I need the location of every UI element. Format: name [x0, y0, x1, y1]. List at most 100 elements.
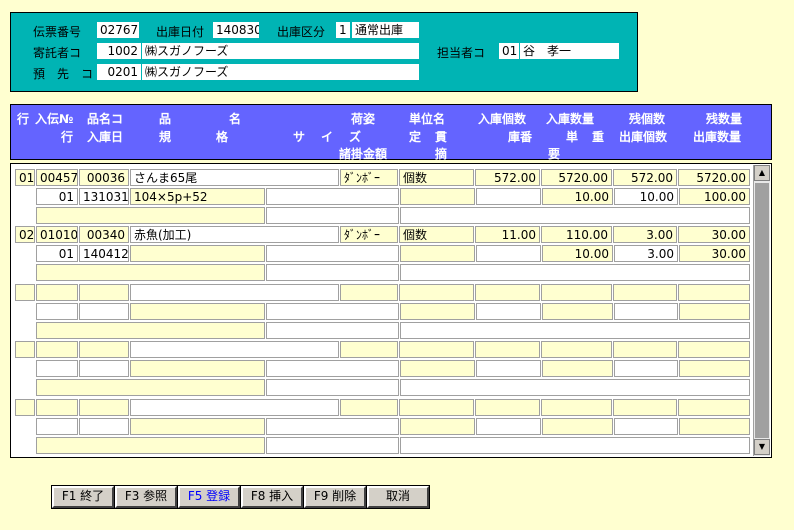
- grid-cell-nyuko-kosu[interactable]: [475, 341, 540, 358]
- grid-cell-sub-gyo[interactable]: [36, 303, 78, 320]
- grid-cell-sub-gyo[interactable]: [36, 360, 78, 377]
- grid-cell-nyuden[interactable]: 01010: [36, 226, 78, 243]
- grid-cell[interactable]: [400, 303, 475, 320]
- grid-cell-hinmei[interactable]: [130, 399, 339, 416]
- grid-cell-gyo[interactable]: [15, 399, 35, 416]
- grid-cell-hinmei-code[interactable]: [79, 341, 129, 358]
- grid-cell[interactable]: [400, 360, 475, 377]
- grid-cell[interactable]: [400, 188, 475, 205]
- grid-cell-tanju[interactable]: 10.00: [542, 188, 613, 205]
- grid-cell-nisugata[interactable]: ﾀﾞﾝﾎﾞｰ: [340, 226, 398, 243]
- grid-cell-nisugata[interactable]: [340, 284, 398, 301]
- grid-cell-hinmei[interactable]: [130, 284, 339, 301]
- grid-cell[interactable]: [266, 437, 399, 454]
- grid-cell-hinmei[interactable]: [130, 341, 339, 358]
- grid-cell-tanju[interactable]: [542, 418, 613, 435]
- grid-cell[interactable]: [266, 303, 399, 320]
- grid-cell-shukko-kosu[interactable]: [614, 360, 678, 377]
- grid-cell-nyuden[interactable]: [36, 284, 78, 301]
- grid-cell[interactable]: [476, 303, 541, 320]
- grid-cell-hinmei-code[interactable]: [79, 284, 129, 301]
- cancel-button[interactable]: 取消: [366, 485, 430, 509]
- f1-exit-button[interactable]: F1 終了: [51, 485, 115, 509]
- grid-cell-zan-kosu[interactable]: [613, 284, 677, 301]
- grid-cell[interactable]: [400, 418, 475, 435]
- grid-cell-nyuko-suryo[interactable]: [541, 284, 612, 301]
- grid-cell-nyuden[interactable]: 00457: [36, 169, 78, 186]
- grid-cell-nyuko-bi[interactable]: [79, 418, 129, 435]
- grid-cell[interactable]: [476, 360, 541, 377]
- grid-cell[interactable]: [36, 322, 265, 339]
- kubun-code-field[interactable]: 1: [336, 22, 350, 38]
- kishin-code-field[interactable]: 1002: [97, 43, 141, 59]
- f5-register-button[interactable]: F5 登録: [177, 485, 241, 509]
- grid-cell[interactable]: [400, 264, 750, 281]
- grid-cell-sub-gyo[interactable]: 01: [36, 245, 78, 262]
- grid-cell-shukko-suryo[interactable]: 100.00: [679, 188, 750, 205]
- grid-cell[interactable]: [400, 322, 750, 339]
- grid-cell-nyuden[interactable]: [36, 399, 78, 416]
- grid-cell[interactable]: [266, 207, 399, 224]
- grid-cell[interactable]: [266, 418, 399, 435]
- grid-cell-kikaku[interactable]: [130, 418, 265, 435]
- grid-cell-zan-kosu[interactable]: [613, 399, 677, 416]
- grid-cell[interactable]: [266, 322, 399, 339]
- grid-cell-shukko-kosu[interactable]: 10.00: [614, 188, 678, 205]
- grid-cell-tani[interactable]: 個数: [399, 226, 474, 243]
- grid-cell-tani[interactable]: 個数: [399, 169, 474, 186]
- grid-cell[interactable]: [36, 264, 265, 281]
- grid-cell[interactable]: [400, 245, 475, 262]
- grid-cell[interactable]: [400, 207, 750, 224]
- grid-cell[interactable]: [266, 264, 399, 281]
- grid-cell-shukko-suryo[interactable]: [679, 303, 750, 320]
- grid-cell-nyuko-bi[interactable]: 140412: [79, 245, 129, 262]
- f8-insert-button[interactable]: F8 挿入: [240, 485, 304, 509]
- grid-cell[interactable]: [266, 188, 399, 205]
- grid-cell-shukko-suryo[interactable]: 30.00: [679, 245, 750, 262]
- grid-cell-tanju[interactable]: 10.00: [542, 245, 613, 262]
- denpyo-field[interactable]: 02767: [97, 22, 139, 38]
- grid-cell-shukko-suryo[interactable]: [679, 418, 750, 435]
- grid-cell-hinmei[interactable]: 赤魚(加工): [130, 226, 339, 243]
- grid-cell-nisugata[interactable]: [340, 399, 398, 416]
- grid-cell-nyuko-suryo[interactable]: 5720.00: [541, 169, 612, 186]
- f9-delete-button[interactable]: F9 削除: [303, 485, 367, 509]
- grid-cell-zan-kosu[interactable]: [613, 341, 677, 358]
- scroll-thumb[interactable]: [755, 183, 769, 438]
- grid-cell-tani[interactable]: [399, 284, 474, 301]
- grid-cell-nyuko-kosu[interactable]: [475, 284, 540, 301]
- grid-cell-tani[interactable]: [399, 399, 474, 416]
- grid-cell[interactable]: [400, 437, 750, 454]
- grid-cell-nyuko-kosu[interactable]: [475, 399, 540, 416]
- grid-cell-nyuko-suryo[interactable]: [541, 341, 612, 358]
- grid-cell-nyuko-bi[interactable]: [79, 360, 129, 377]
- grid-cell-tani[interactable]: [399, 341, 474, 358]
- grid-cell-nyuden[interactable]: [36, 341, 78, 358]
- grid-cell-kikaku[interactable]: [130, 245, 265, 262]
- grid-cell-zan-suryo[interactable]: 30.00: [678, 226, 750, 243]
- grid-cell-nisugata[interactable]: [340, 341, 398, 358]
- date-field[interactable]: 140830: [213, 22, 259, 38]
- grid-cell-gyo[interactable]: 02: [15, 226, 35, 243]
- grid-cell-hinmei[interactable]: さんま65尾: [130, 169, 339, 186]
- grid-cell[interactable]: [36, 437, 265, 454]
- grid-cell[interactable]: [36, 207, 265, 224]
- grid-cell[interactable]: [400, 379, 750, 396]
- grid-cell-hinmei-code[interactable]: [79, 399, 129, 416]
- grid-cell-sub-gyo[interactable]: 01: [36, 188, 78, 205]
- grid-cell-tanju[interactable]: [542, 303, 613, 320]
- grid-cell-nyuko-bi[interactable]: 131031: [79, 188, 129, 205]
- grid-cell[interactable]: [266, 379, 399, 396]
- grid-cell-zan-kosu[interactable]: 3.00: [613, 226, 677, 243]
- grid-cell-hinmei-code[interactable]: 00340: [79, 226, 129, 243]
- grid-cell-kikaku[interactable]: [130, 360, 265, 377]
- grid-cell-nisugata[interactable]: ﾀﾞﾝﾎﾞｰ: [340, 169, 398, 186]
- grid-cell-shukko-kosu[interactable]: [614, 303, 678, 320]
- grid-cell-shukko-kosu[interactable]: [614, 418, 678, 435]
- grid-cell-nyuko-kosu[interactable]: 572.00: [475, 169, 540, 186]
- grid-cell-gyo[interactable]: [15, 284, 35, 301]
- grid-cell-nyuko-kosu[interactable]: 11.00: [475, 226, 540, 243]
- grid-cell-zan-suryo[interactable]: [678, 341, 750, 358]
- grid-cell-zan-suryo[interactable]: [678, 399, 750, 416]
- grid-cell-shukko-kosu[interactable]: 3.00: [614, 245, 678, 262]
